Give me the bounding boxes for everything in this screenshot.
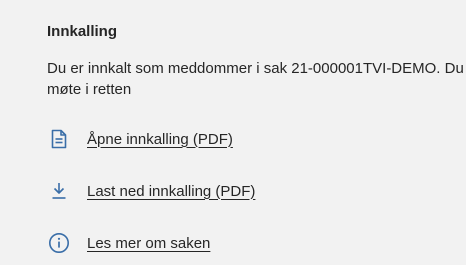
open-summons-label: Åpne innkalling (PDF) <box>87 130 233 148</box>
summons-panel: Innkalling Du er innkalt som meddommer i… <box>0 0 466 265</box>
open-summons-link[interactable]: Åpne innkalling (PDF) <box>47 126 233 152</box>
section-title: Innkalling <box>47 23 118 40</box>
download-icon <box>47 179 71 203</box>
read-more-label: Les mer om saken <box>87 234 211 252</box>
download-summons-label: Last ned innkalling (PDF) <box>87 182 256 200</box>
info-icon <box>47 231 71 255</box>
section-description: Du er innkalt som meddommer i sak 21-000… <box>47 60 466 98</box>
download-summons-link[interactable]: Last ned innkalling (PDF) <box>47 178 255 204</box>
read-more-link[interactable]: Les mer om saken <box>47 230 210 256</box>
document-icon <box>47 127 71 151</box>
